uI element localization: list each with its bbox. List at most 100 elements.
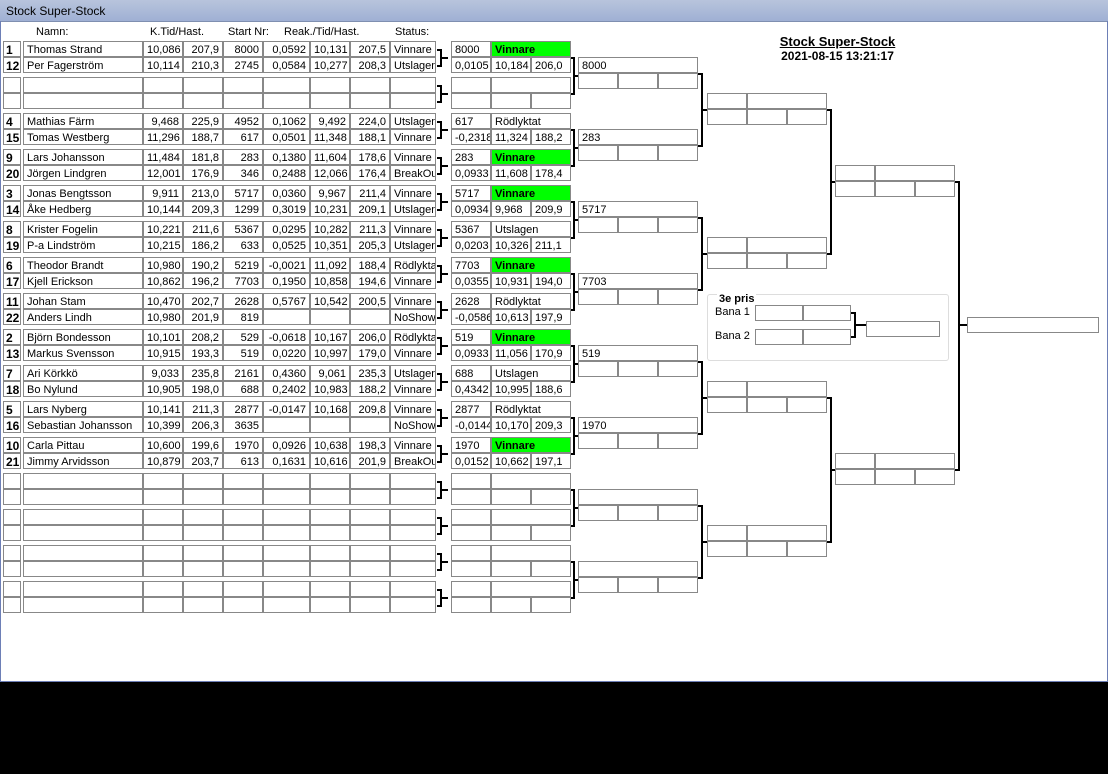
- entry-seed-cell: [3, 545, 21, 561]
- entry-hast-cell: 193,3: [183, 345, 223, 361]
- r2-status-cell: Rödlyktat: [491, 293, 571, 309]
- entry-name-cell[interactable]: Sebastian Johansson: [23, 417, 143, 433]
- r3-cell: [618, 505, 658, 521]
- entry-start-cell: 2877: [223, 401, 263, 417]
- entry-name-cell[interactable]: Per Fagerström: [23, 57, 143, 73]
- r2-value-cell: 7703: [451, 257, 491, 273]
- entry-hast2-cell: [350, 509, 390, 525]
- lane1-cell[interactable]: [755, 305, 803, 321]
- event-datetime: 2021-08-15 13:21:17: [781, 49, 894, 63]
- entry-hast-cell: 203,7: [183, 453, 223, 469]
- entry-name-cell[interactable]: Lars Nyberg: [23, 401, 143, 417]
- entry-name-cell[interactable]: Theodor Brandt: [23, 257, 143, 273]
- entry-name-cell[interactable]: Åke Hedberg: [23, 201, 143, 217]
- entry-start-cell: [223, 77, 263, 93]
- entry-start-cell: 283: [223, 149, 263, 165]
- entry-tid-cell: 10,616: [310, 453, 350, 469]
- entry-name-cell[interactable]: Carla Pittau: [23, 437, 143, 453]
- entry-name-cell[interactable]: [23, 545, 143, 561]
- entry-status-cell: BreakOut: [390, 453, 436, 469]
- entry-name-cell[interactable]: Bo Nylund: [23, 381, 143, 397]
- r2-value-cell: 688: [451, 365, 491, 381]
- r2-reak-cell: [451, 525, 491, 541]
- entry-seed-cell: [3, 509, 21, 525]
- entry-tid-cell: 10,167: [310, 329, 350, 345]
- entry-name-cell[interactable]: Lars Johansson: [23, 149, 143, 165]
- entry-hast2-cell: [350, 309, 390, 325]
- entry-hast2-cell: 209,1: [350, 201, 390, 217]
- entry-name-cell[interactable]: [23, 581, 143, 597]
- r4-cell: [707, 525, 747, 541]
- r2-status-cell: [491, 581, 571, 597]
- entry-reak-cell: [263, 93, 310, 109]
- r3-value-cell: 7703: [578, 273, 698, 289]
- entry-hast2-cell: [350, 473, 390, 489]
- r5-cell: [835, 165, 875, 181]
- r2-hast-cell: 206,0: [531, 57, 571, 73]
- entry-name-cell[interactable]: [23, 525, 143, 541]
- entry-name-cell[interactable]: [23, 561, 143, 577]
- entry-status-cell: [390, 489, 436, 505]
- bracket-line: [440, 561, 448, 563]
- entry-reak-cell: [263, 545, 310, 561]
- entry-name-cell[interactable]: Krister Fogelin: [23, 221, 143, 237]
- entry-name-cell[interactable]: [23, 77, 143, 93]
- r3-value-cell: [578, 489, 698, 505]
- entry-name-cell[interactable]: [23, 489, 143, 505]
- entry-reak-cell: [263, 417, 310, 433]
- entry-tid-cell: 11,604: [310, 149, 350, 165]
- entry-seed-cell: [3, 597, 21, 613]
- entry-start-cell: 2745: [223, 57, 263, 73]
- entry-name-cell[interactable]: P-a Lindström: [23, 237, 143, 253]
- bracket-line: [440, 525, 448, 527]
- entry-name-cell[interactable]: Mathias Färm: [23, 113, 143, 129]
- entry-ktid-cell: [143, 545, 183, 561]
- entry-hast2-cell: 179,0: [350, 345, 390, 361]
- event-title: Stock Super-Stock: [779, 34, 896, 49]
- entry-name-cell[interactable]: [23, 473, 143, 489]
- entry-hast2-cell: 194,6: [350, 273, 390, 289]
- entry-reak-cell: [263, 489, 310, 505]
- r4-cell: [747, 253, 787, 269]
- entry-name-cell[interactable]: Ari Körkkö: [23, 365, 143, 381]
- entry-name-cell[interactable]: Thomas Strand: [23, 41, 143, 57]
- entry-name-cell[interactable]: Kjell Erickson: [23, 273, 143, 289]
- entry-name-cell[interactable]: Johan Stam: [23, 293, 143, 309]
- entry-tid-cell: 10,542: [310, 293, 350, 309]
- bracket-line: [440, 57, 448, 59]
- entry-reak-cell: 0,3019: [263, 201, 310, 217]
- entry-seed-cell: [3, 561, 21, 577]
- r2-value-cell: 2628: [451, 293, 491, 309]
- entry-name-cell[interactable]: [23, 93, 143, 109]
- entry-hast-cell: [183, 597, 223, 613]
- entry-name-cell[interactable]: Jonas Bengtsson: [23, 185, 143, 201]
- r4-cell: [787, 109, 827, 125]
- entry-tid-cell: 10,983: [310, 381, 350, 397]
- entry-name-cell[interactable]: [23, 597, 143, 613]
- entry-name-cell[interactable]: [23, 509, 143, 525]
- entry-name-cell[interactable]: Markus Svensson: [23, 345, 143, 361]
- entry-ktid-cell: 10,221: [143, 221, 183, 237]
- r3-cell: [618, 433, 658, 449]
- header-name: Namn:: [36, 26, 69, 38]
- entry-ktid-cell: 10,862: [143, 273, 183, 289]
- r4-cell: [707, 381, 747, 397]
- r2-value-cell: [451, 77, 491, 93]
- entry-name-cell[interactable]: Anders Lindh: [23, 309, 143, 325]
- entry-name-cell[interactable]: Björn Bondesson: [23, 329, 143, 345]
- r4-cell: [707, 93, 747, 109]
- entry-hast2-cell: 205,3: [350, 237, 390, 253]
- entry-name-cell[interactable]: Jimmy Arvidsson: [23, 453, 143, 469]
- entry-tid-cell: 10,997: [310, 345, 350, 361]
- r4-cell: [747, 381, 827, 397]
- r4-cell: [787, 541, 827, 557]
- entry-hast-cell: 181,8: [183, 149, 223, 165]
- r3-cell: [618, 217, 658, 233]
- entry-hast2-cell: 198,3: [350, 437, 390, 453]
- r3-cell: [658, 361, 698, 377]
- entry-name-cell[interactable]: Tomas Westberg: [23, 129, 143, 145]
- entry-reak-cell: 0,1062: [263, 113, 310, 129]
- entry-name-cell[interactable]: Jörgen Lindgren: [23, 165, 143, 181]
- r2-value-cell: [451, 509, 491, 525]
- entry-reak-cell: 0,0360: [263, 185, 310, 201]
